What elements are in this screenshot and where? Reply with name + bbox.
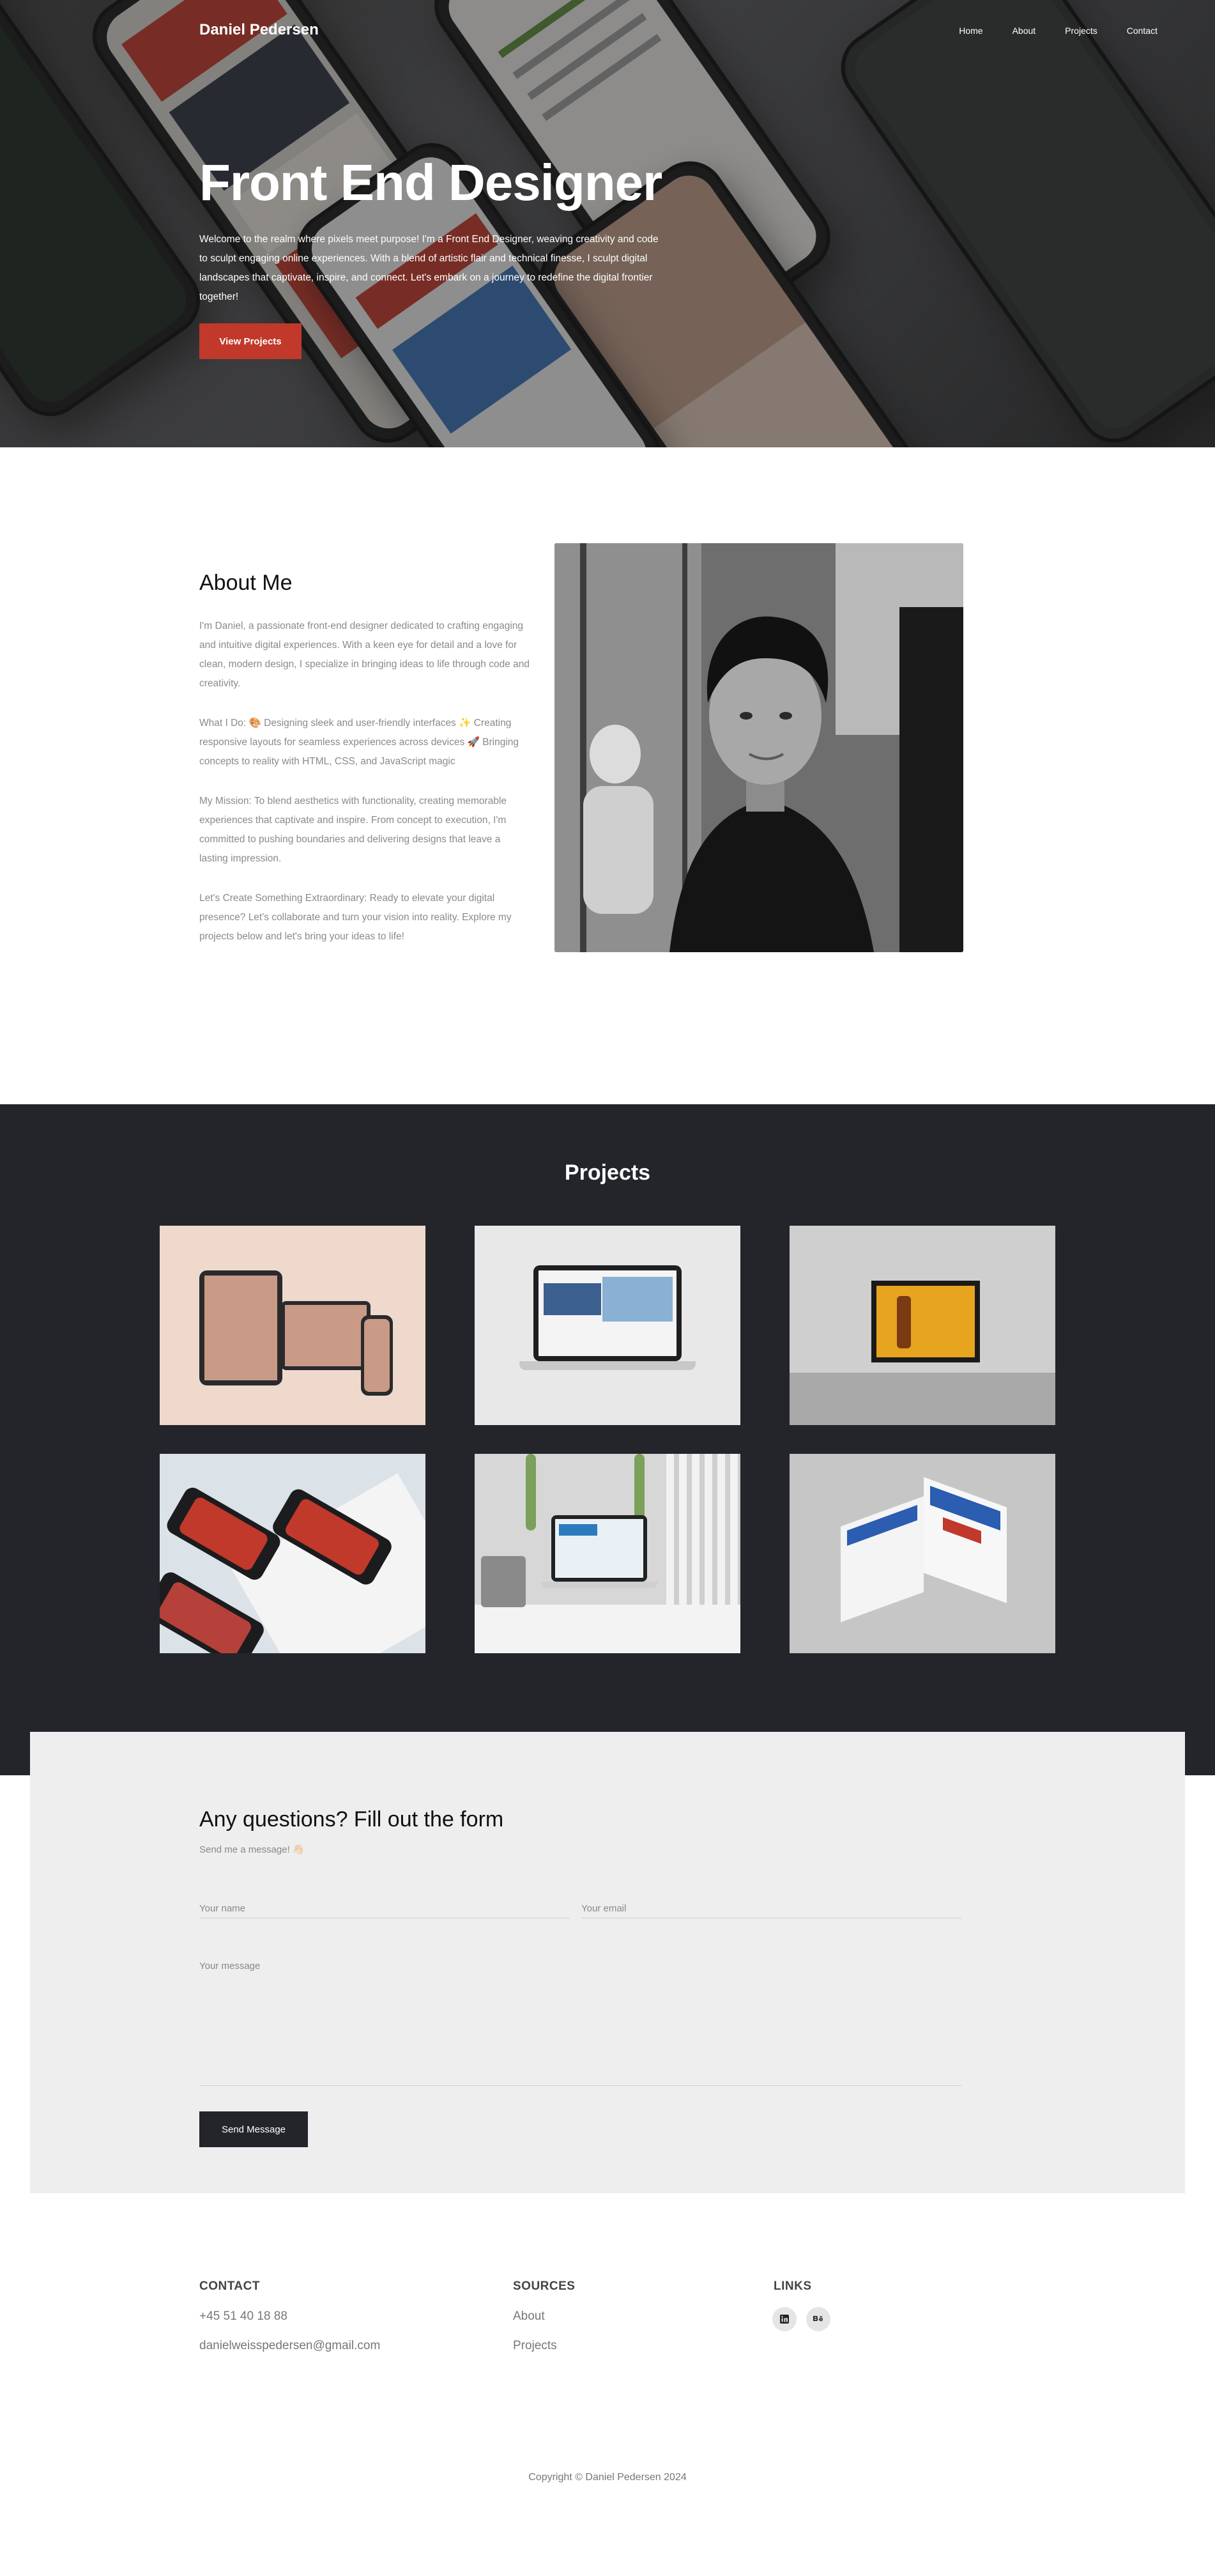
nav-item-contact[interactable]: Contact [1127, 26, 1158, 36]
hero-title: Front End Designer [199, 154, 662, 211]
message-textarea[interactable] [199, 1961, 961, 2086]
hero-overlay [0, 0, 1215, 447]
name-input[interactable] [199, 1899, 570, 1918]
footer-email[interactable]: danielweisspedersen@gmail.com [199, 2339, 380, 2353]
linkedin-glyph [780, 2315, 789, 2324]
about-paragraph: I'm Daniel, a passionate front-end desig… [199, 621, 530, 689]
footer-sources-heading: SOURCES [513, 2279, 576, 2293]
hero-description: Welcome to the realm where pixels meet p… [199, 234, 659, 302]
brand-logo[interactable]: Daniel Pedersen [199, 21, 319, 39]
project-thumbnail[interactable] [160, 1454, 425, 1653]
nav-item-about[interactable]: About [1012, 26, 1036, 36]
nav-item-projects[interactable]: Projects [1065, 26, 1097, 36]
about-paragraph: Let's Create Something Extraordinary: Re… [199, 893, 512, 942]
footer-contact-heading: CONTACT [199, 2279, 260, 2293]
form-subtitle: Send me a message! 👋🏻 [199, 1844, 305, 1855]
project-thumbnail[interactable] [790, 1226, 1055, 1425]
nav-item-home[interactable]: Home [959, 26, 982, 36]
project-thumbnail[interactable] [790, 1454, 1055, 1653]
about-text: I'm Daniel, a passionate front-end desig… [199, 617, 531, 967]
projects-title: Projects [564, 1161, 651, 1185]
copyright-text: Copyright © Daniel Pedersen 2024 [528, 2472, 687, 2483]
portrait-photo [554, 543, 963, 952]
linkedin-icon[interactable] [772, 2307, 797, 2331]
main-nav: Home About Projects Contact [959, 26, 1158, 36]
about-paragraph: What I Do: 🎨 Designing sleek and user-fr… [199, 718, 519, 767]
footer-link-about[interactable]: About [513, 2310, 545, 2324]
footer-links-heading: LINKS [774, 2279, 812, 2293]
send-message-button[interactable]: Send Message [199, 2111, 308, 2147]
project-thumbnail[interactable] [475, 1454, 740, 1653]
form-title: Any questions? Fill out the form [199, 1807, 504, 1832]
projects-section: Projects [0, 1104, 1215, 1775]
footer-link-projects[interactable]: Projects [513, 2339, 557, 2353]
contact-form-card: Any questions? Fill out the form Send me… [30, 1732, 1185, 2193]
hero-section: Daniel Pedersen Home About Projects Cont… [0, 0, 1215, 447]
footer-phone: +45 51 40 18 88 [199, 2310, 287, 2323]
behance-glyph [813, 2316, 823, 2322]
about-paragraph: My Mission: To blend aesthetics with fun… [199, 796, 507, 864]
email-input[interactable] [581, 1899, 961, 1918]
about-title: About Me [199, 571, 293, 595]
behance-icon[interactable] [806, 2307, 830, 2331]
view-projects-button[interactable]: View Projects [199, 323, 302, 359]
portrait-illustration [554, 543, 963, 952]
project-thumbnail[interactable] [475, 1226, 740, 1425]
project-thumbnail[interactable] [160, 1226, 425, 1425]
